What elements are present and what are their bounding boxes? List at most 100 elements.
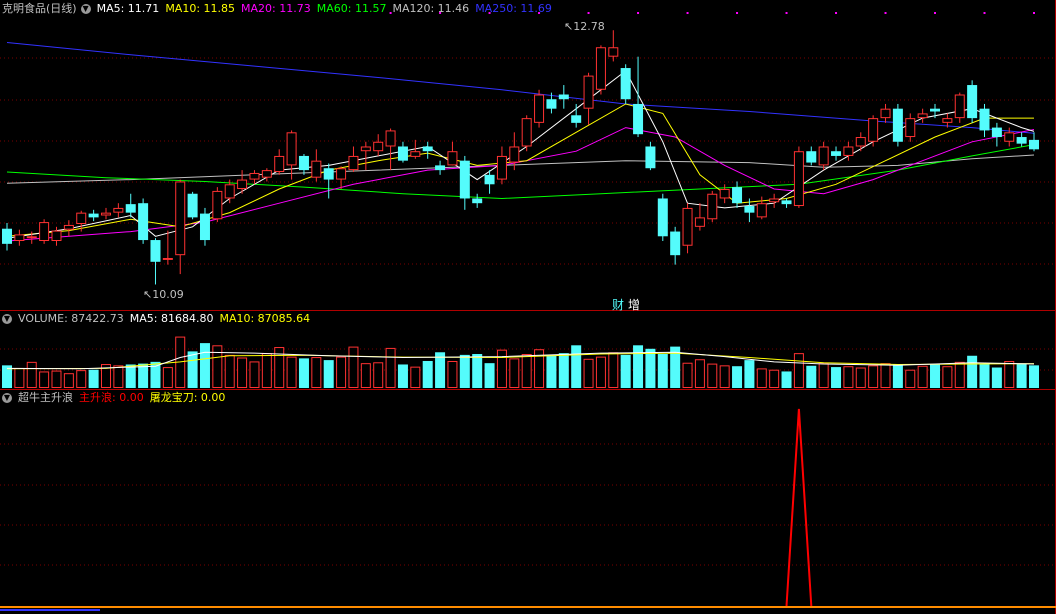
volume-bar-down <box>187 351 198 388</box>
volume-bar-up <box>26 361 37 389</box>
volume-bar-down <box>645 348 656 388</box>
volume-bar-up <box>756 368 767 388</box>
candle-body-up <box>249 172 260 180</box>
volume-bar-down <box>459 354 470 388</box>
candle-body-up <box>509 146 520 163</box>
candle-body-down <box>979 108 990 131</box>
volume-bar-up <box>905 369 916 389</box>
volume-bar-up <box>14 367 25 389</box>
volume-bar-down <box>125 364 136 388</box>
candle-body-up <box>286 132 297 166</box>
ma5-line <box>6 70 1035 239</box>
candle-body-down <box>459 160 470 199</box>
volume-bar-down <box>1029 365 1039 388</box>
volume-bar-up <box>373 362 384 388</box>
candle-body-up <box>385 130 396 147</box>
event-marker-finance[interactable]: 财 <box>612 296 624 313</box>
chart-canvas[interactable] <box>0 0 1056 614</box>
volume-bar-down <box>138 363 149 388</box>
candle-body-down <box>930 108 941 112</box>
collapse-icon[interactable]: ▼ <box>2 314 12 324</box>
volume-bar-up <box>521 354 532 388</box>
volume-bar-down <box>781 371 792 388</box>
candle-body-up <box>274 155 285 173</box>
volume-bar-up <box>682 362 693 389</box>
signal-spike-line <box>785 408 813 607</box>
volume-ma5-label: MA5: 81684.80 <box>129 312 214 325</box>
candle-body-up <box>521 118 532 147</box>
volume-bar-up <box>583 358 594 388</box>
candle-body-up <box>880 108 891 119</box>
volume-bar-down <box>991 367 1002 388</box>
volume-label: VOLUME: 87422.73 <box>18 312 124 325</box>
ma120-line <box>6 154 1035 184</box>
volume-bar-up <box>1004 360 1015 389</box>
volume-bar-up <box>63 373 74 388</box>
volume-bar-up <box>793 353 804 388</box>
candle-body-down <box>150 240 161 262</box>
stock-chart-screen: 克明食品(日线) ▼ MA5: 11.71 MA10: 11.85 MA20: … <box>0 0 1056 614</box>
candle-body-down <box>187 193 198 218</box>
candle-body-up <box>694 217 705 227</box>
candle-body-down <box>558 94 569 100</box>
volume-bar-up <box>509 358 520 388</box>
collapse-icon[interactable]: ▼ <box>2 393 12 403</box>
candle-body-up <box>843 146 854 156</box>
candle-body-up <box>917 113 928 119</box>
top-marker <box>983 12 986 14</box>
candle-body-down <box>633 103 644 135</box>
indicator-legend: ▼ 超牛主升浪 主升浪: 0.00 屠龙宝刀: 0.00 <box>2 390 231 406</box>
volume-bar-up <box>286 356 297 388</box>
indicator-main-label: 主升浪: 0.00 <box>79 391 144 404</box>
volume-bar-down <box>484 363 495 388</box>
volume-bar-up <box>261 353 272 388</box>
volume-bar-down <box>422 360 433 388</box>
candle-body-down <box>670 231 681 256</box>
volume-bar-up <box>447 360 458 389</box>
candle-body-up <box>175 181 186 256</box>
candle-body-up <box>212 190 223 220</box>
candle-body-up <box>39 222 50 242</box>
high-price-annotation: ↖12.78 <box>564 20 605 33</box>
candle-body-up <box>682 207 693 246</box>
volume-bar-up <box>608 352 619 388</box>
high-price-value: 12.78 <box>573 20 605 33</box>
candle-body-down <box>781 200 792 205</box>
candle-body-down <box>422 146 433 152</box>
candle-body-up <box>113 207 124 213</box>
candle-body-up <box>336 168 347 180</box>
event-marker-increase[interactable]: 增 <box>628 296 640 313</box>
ma120-label: MA120: 11.46 <box>392 2 470 15</box>
candle-body-down <box>571 115 582 123</box>
volume-bar-down <box>472 354 483 388</box>
volume-bar-down <box>657 354 668 388</box>
candle-body-down <box>645 146 656 169</box>
candle-body-up <box>595 47 606 90</box>
ma5-label: MA5: 11.71 <box>96 2 160 15</box>
volume-bar-up <box>954 361 965 389</box>
candle-body-down <box>620 68 631 100</box>
candle-body-up <box>224 184 235 199</box>
volume-bar-up <box>917 365 928 388</box>
ma10-line <box>6 103 1034 237</box>
candle-body-up <box>360 146 371 152</box>
volume-bar-down <box>930 364 941 388</box>
top-marker <box>587 12 590 14</box>
ma60-label: MA60: 11.57 <box>316 2 387 15</box>
collapse-icon[interactable]: ▼ <box>80 4 91 14</box>
candle-body-up <box>51 230 62 242</box>
candle-body-up <box>76 212 87 224</box>
ma250-label: MA250: 11.69 <box>475 2 552 15</box>
volume-bar-down <box>633 345 644 388</box>
volume-bar-up <box>249 361 260 388</box>
volume-bar-up <box>880 363 891 388</box>
indicator-blade-label: 屠龙宝刀: 0.00 <box>149 391 226 404</box>
volume-bar-down <box>892 364 903 388</box>
candle-body-down <box>657 198 668 237</box>
volume-bar-up <box>348 346 359 389</box>
candle-body-up <box>756 203 767 218</box>
volume-bar-up <box>237 357 248 388</box>
volume-ma5-line <box>6 351 1035 370</box>
volume-bar-down <box>558 353 569 388</box>
volume-bar-up <box>855 367 866 388</box>
